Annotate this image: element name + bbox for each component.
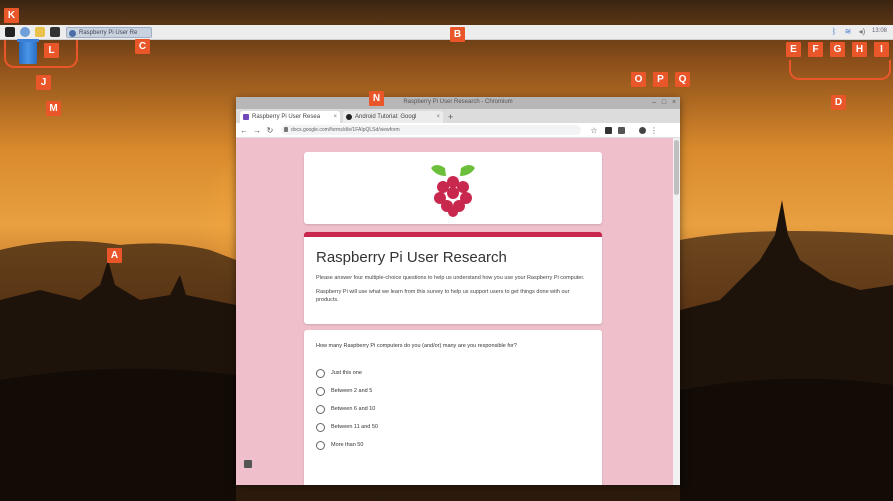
option-2-to-5[interactable]: Between 2 and 5 [316, 382, 590, 400]
question-text: How many Raspberry Pi computers do you (… [316, 343, 517, 349]
callout-marker-o: O [631, 72, 646, 87]
taskbar-window-label: Raspberry Pi User Re [79, 29, 138, 36]
tab-close-icon[interactable]: × [333, 111, 337, 123]
tab-android-tutorial[interactable]: Android Tutorial: Googl × [343, 111, 443, 123]
option-label: Between 11 and 50 [331, 424, 378, 430]
callout-marker-d: D [831, 95, 846, 110]
window-titlebar[interactable]: Raspberry Pi User Research - Chromium – … [236, 97, 680, 109]
option-6-to-10[interactable]: Between 6 and 10 [316, 400, 590, 418]
scrollbar-thumb[interactable] [674, 140, 679, 195]
new-tab-icon[interactable]: + [448, 111, 453, 123]
callout-marker-j: J [36, 75, 51, 90]
report-icon[interactable] [244, 460, 252, 468]
radio-button[interactable] [316, 368, 325, 378]
tab-close-icon[interactable]: × [436, 111, 440, 123]
callout-marker-h: H [852, 42, 867, 57]
forward-icon[interactable]: → [252, 126, 262, 135]
file-manager-icon[interactable] [35, 27, 45, 37]
bluetooth-icon[interactable]: ᛒ [830, 26, 838, 36]
callout-marker-c: C [135, 39, 150, 54]
volume-icon[interactable]: ◂) [858, 26, 866, 36]
page-content: Raspberry Pi User Research Please answer… [236, 138, 680, 485]
address-bar[interactable]: docs.google.com/forms/d/e/1FAIpQLSd/view… [281, 125, 581, 135]
radio-button[interactable] [316, 440, 325, 450]
back-icon[interactable]: ← [239, 126, 249, 135]
minimize-icon[interactable]: – [650, 99, 658, 107]
taskbar-window-button[interactable]: Raspberry Pi User Re [66, 26, 152, 38]
callout-marker-q: Q [675, 72, 690, 87]
form-description: Raspberry Pi will use what we learn from… [316, 289, 570, 303]
tab-strip: Raspberry Pi User Resea × Android Tutori… [236, 109, 680, 123]
bookmark-star-icon[interactable]: ☆ [589, 126, 599, 135]
browser-window: Raspberry Pi User Research - Chromium – … [236, 97, 680, 485]
menu-icon[interactable]: ⋮ [649, 126, 659, 135]
callout-marker-g: G [830, 42, 845, 57]
browser-toolbar: ← → ↻ docs.google.com/forms/d/e/1FAIpQLS… [236, 123, 680, 138]
callout-marker-p: P [653, 72, 668, 87]
scrollbar[interactable] [673, 138, 680, 485]
form-header-card: Raspberry Pi User Research Please answer… [304, 232, 602, 324]
callout-bracket-right [789, 60, 891, 80]
terminal-icon[interactable] [50, 27, 60, 37]
radio-button[interactable] [316, 386, 325, 396]
reload-icon[interactable]: ↻ [265, 126, 275, 135]
tab-label: Raspberry Pi User Resea [252, 114, 321, 120]
radio-button[interactable] [316, 404, 325, 414]
profile-icon[interactable] [639, 126, 646, 134]
option-label: Between 2 and 5 [331, 388, 373, 394]
callout-marker-f: F [808, 42, 823, 57]
wifi-icon[interactable]: ≋ [844, 26, 852, 36]
lock-icon [284, 127, 288, 132]
question-card: How many Raspberry Pi computers do you (… [304, 330, 602, 485]
android-icon [346, 114, 352, 120]
tab-user-research[interactable]: Raspberry Pi User Resea × [240, 111, 340, 123]
tab-label: Android Tutorial: Googl [355, 114, 417, 120]
option-label: More than 50 [331, 442, 364, 448]
system-tray: ᛒ ≋ ◂) 13:08 [830, 26, 887, 36]
callout-marker-a: A [107, 248, 122, 263]
clock[interactable]: 13:08 [872, 28, 887, 34]
callout-marker-n: N [369, 91, 384, 106]
option-label: Just this one [331, 370, 362, 376]
callout-marker-l: L [44, 43, 59, 58]
radio-button[interactable] [316, 422, 325, 432]
raspberry-menu-icon[interactable] [5, 27, 15, 37]
option-just-this-one[interactable]: Just this one [316, 364, 590, 382]
callout-marker-k: K [4, 8, 19, 23]
maximize-icon[interactable]: □ [660, 99, 668, 107]
raspberry-pi-logo-icon [431, 165, 475, 217]
forms-icon [243, 114, 249, 120]
option-11-to-50[interactable]: Between 11 and 50 [316, 418, 590, 436]
callout-marker-e: E [786, 42, 801, 57]
form-description: Please answer four multiple-choice quest… [316, 275, 585, 281]
option-label: Between 6 and 10 [331, 406, 376, 412]
callout-marker-i: I [874, 42, 889, 57]
form-title: Raspberry Pi User Research [316, 249, 507, 266]
callout-marker-m: M [46, 101, 61, 116]
taskbar: Raspberry Pi User Re ᛒ ≋ ◂) 13:08 [0, 25, 893, 40]
chromium-icon [69, 29, 76, 37]
extension-icon[interactable] [605, 126, 612, 134]
callout-bracket-left [4, 40, 78, 68]
option-more-than-50[interactable]: More than 50 [316, 436, 590, 454]
logo-card [304, 152, 602, 224]
window-title: Raspberry Pi User Research - Chromium [403, 99, 513, 105]
url-text: docs.google.com/forms/d/e/1FAIpQLSd/view… [291, 127, 400, 133]
callout-marker-b: B [450, 27, 465, 42]
web-browser-icon[interactable] [20, 27, 30, 37]
extension-icon[interactable] [618, 126, 625, 134]
close-icon[interactable]: × [670, 99, 678, 107]
